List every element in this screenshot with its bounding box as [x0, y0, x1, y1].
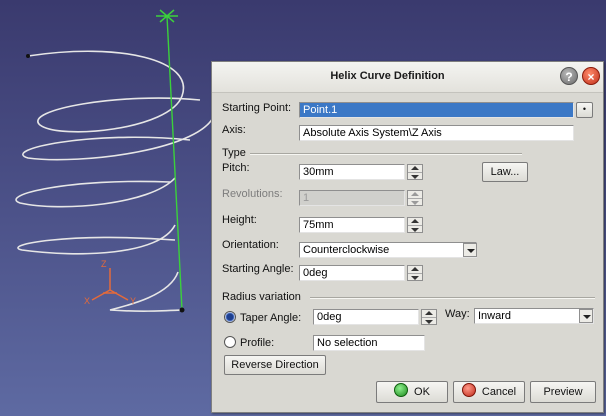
- starting-point-picker-button[interactable]: •: [576, 102, 593, 118]
- close-icon[interactable]: ×: [582, 67, 600, 85]
- helix-curve[interactable]: [15, 50, 216, 312]
- height-label: Height:: [222, 214, 257, 226]
- triad-label-x: X: [84, 296, 90, 306]
- axis-triad-icon: [91, 268, 129, 301]
- axis-base-point[interactable]: [179, 307, 185, 313]
- starting-point-label: Starting Point:: [222, 102, 292, 114]
- help-icon[interactable]: ?: [560, 67, 578, 85]
- orientation-dropdown-icon[interactable]: [463, 243, 477, 257]
- revolutions-spinner[interactable]: [407, 190, 423, 206]
- starting-angle-label: Starting Angle:: [222, 263, 294, 275]
- cancel-button-label: Cancel: [481, 386, 517, 398]
- starting-point-field[interactable]: Point.1: [299, 102, 574, 118]
- ok-icon: [394, 383, 409, 397]
- pitch-field[interactable]: 30mm: [299, 164, 405, 180]
- helix-start-point[interactable]: [26, 54, 30, 58]
- law-button[interactable]: Law...: [482, 162, 528, 182]
- triad-label-z: Z: [101, 259, 107, 269]
- pitch-spinner[interactable]: [407, 164, 423, 180]
- revolutions-label: Revolutions:: [222, 188, 283, 200]
- orientation-label: Orientation:: [222, 239, 279, 251]
- triad-label-y: Y: [130, 296, 136, 306]
- cancel-icon: [461, 383, 476, 397]
- taper-angle-spinner[interactable]: [421, 309, 437, 325]
- taper-angle-radio[interactable]: [224, 311, 236, 323]
- orientation-select[interactable]: Counterclockwise: [299, 242, 477, 258]
- taper-angle-field[interactable]: 0deg: [313, 309, 419, 325]
- ok-button-label: OK: [414, 386, 430, 398]
- cancel-button[interactable]: Cancel: [453, 381, 525, 403]
- way-dropdown-icon[interactable]: [579, 309, 593, 323]
- axis-label: Axis:: [222, 124, 246, 136]
- preview-button[interactable]: Preview: [530, 381, 596, 403]
- starting-angle-field[interactable]: 0deg: [299, 265, 405, 281]
- radius-divider: [310, 297, 595, 299]
- ok-button[interactable]: OK: [376, 381, 448, 403]
- profile-label: Profile:: [240, 337, 275, 349]
- revolutions-field[interactable]: 1: [299, 190, 405, 206]
- z-axis-line[interactable]: [166, 15, 183, 311]
- height-spinner[interactable]: [407, 217, 423, 233]
- reverse-direction-button[interactable]: Reverse Direction: [224, 355, 326, 375]
- type-divider: [250, 153, 522, 155]
- way-label: Way:: [445, 308, 470, 320]
- helix-curve-dialog: Helix Curve Definition ? × Starting Poin…: [211, 61, 604, 413]
- radius-section-title: Radius variation: [222, 291, 301, 303]
- profile-field[interactable]: No selection: [313, 335, 425, 351]
- axis-field[interactable]: Absolute Axis System\Z Axis: [299, 125, 574, 141]
- way-select[interactable]: Inward: [474, 308, 594, 324]
- profile-radio[interactable]: [224, 336, 236, 348]
- taper-angle-label: Taper Angle:: [240, 312, 302, 324]
- dialog-title: Helix Curve Definition: [330, 70, 445, 82]
- type-section-title: Type: [222, 147, 246, 159]
- dialog-titlebar[interactable]: Helix Curve Definition ? ×: [212, 62, 603, 93]
- starting-angle-spinner[interactable]: [407, 265, 423, 281]
- pitch-label: Pitch:: [222, 162, 250, 174]
- height-field[interactable]: 75mm: [299, 217, 405, 233]
